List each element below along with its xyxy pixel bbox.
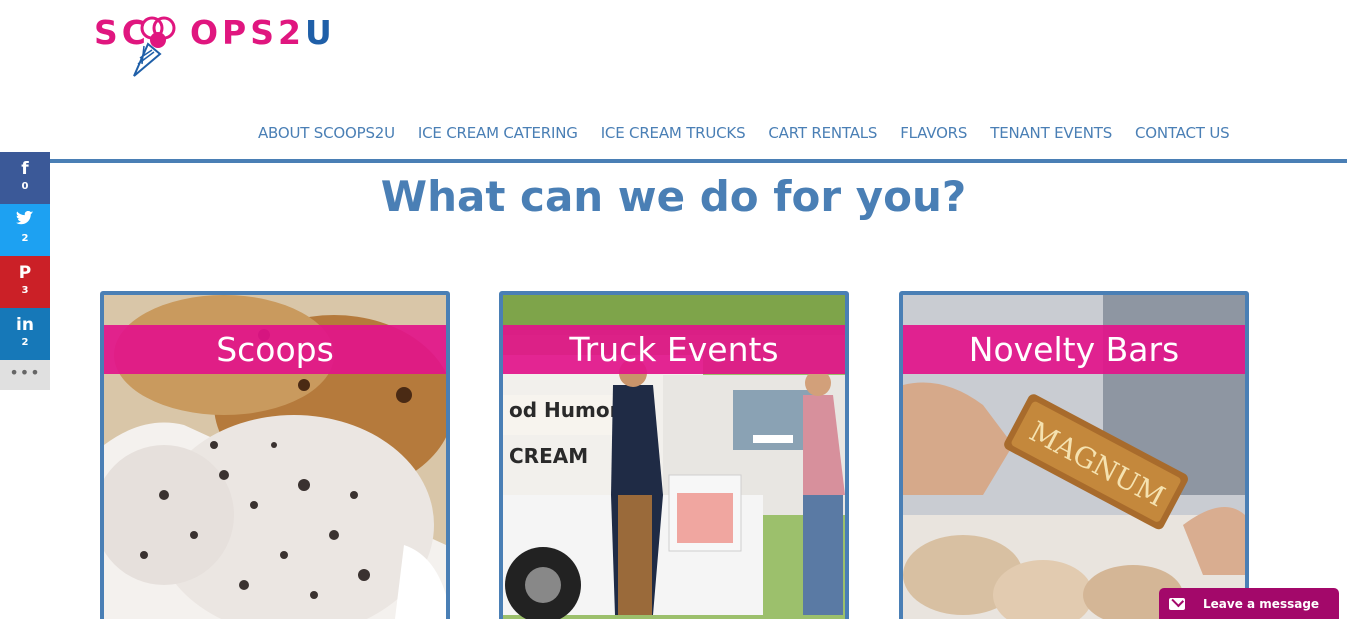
facebook-share-button[interactable]: f 0 (0, 152, 50, 204)
page-headline: What can we do for you? (380, 172, 967, 221)
svg-text:CREAM: CREAM (509, 444, 588, 468)
nav-ice-cream-trucks[interactable]: ICE CREAM TRUCKS (601, 124, 746, 142)
facebook-count: 0 (21, 181, 29, 192)
card-truck-events[interactable]: od Humor CREAM Truck Events (499, 291, 849, 619)
card-title: Novelty Bars (903, 325, 1245, 374)
facebook-icon: f (21, 159, 29, 179)
pinterest-count: 3 (21, 285, 29, 296)
envelope-icon (1169, 597, 1185, 610)
twitter-icon (0, 204, 50, 231)
nav-contact-us[interactable]: CONTACT US (1135, 124, 1230, 142)
linkedin-count: 2 (21, 337, 29, 348)
nav-about[interactable]: ABOUT SCOOPS2U (258, 124, 395, 142)
ice-cream-cone-icon (133, 16, 176, 77)
card-scoops[interactable]: Scoops (100, 291, 450, 619)
nav-tenant-events[interactable]: TENANT EVENTS (990, 124, 1112, 142)
more-share-button[interactable]: ••• (0, 360, 50, 390)
nav-ice-cream-catering[interactable]: ICE CREAM CATERING (418, 124, 578, 142)
twitter-share-button[interactable]: 2 (0, 204, 50, 256)
card-title: Scoops (104, 325, 446, 374)
pinterest-share-button[interactable]: P 3 (0, 256, 50, 308)
chat-label: Leave a message (1203, 596, 1320, 611)
social-share-bar: f 0 2 P 3 in 2 ••• (0, 152, 50, 390)
card-novelty-bars[interactable]: MAGNUM Novelty Bars (899, 291, 1249, 619)
main-nav: ABOUT SCOOPS2U ICE CREAM CATERING ICE CR… (258, 124, 1230, 142)
linkedin-icon: in (16, 315, 34, 335)
site-logo[interactable]: SC OPS2U (94, 14, 334, 84)
nav-flavors[interactable]: FLAVORS (900, 124, 967, 142)
linkedin-share-button[interactable]: in 2 (0, 308, 50, 360)
nav-divider (50, 159, 1347, 163)
card-title: Truck Events (503, 325, 845, 374)
twitter-count: 2 (21, 233, 29, 244)
nav-cart-rentals[interactable]: CART RENTALS (768, 124, 877, 142)
leave-message-button[interactable]: Leave a message (1159, 588, 1339, 619)
svg-text:od Humor: od Humor (509, 398, 620, 422)
pinterest-icon: P (18, 263, 32, 283)
